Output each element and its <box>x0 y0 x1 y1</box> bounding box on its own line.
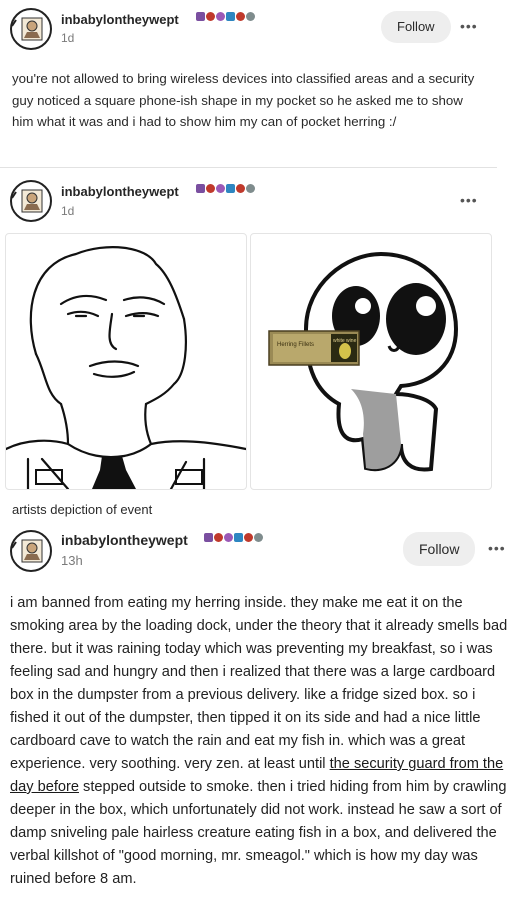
more-options-icon[interactable]: ••• <box>488 540 506 556</box>
badge-icon <box>196 183 205 193</box>
username[interactable]: inbabylontheywept <box>61 532 188 548</box>
badge-icon <box>246 183 255 193</box>
post-3-header: inbabylontheywept 13h Follow ••• <box>0 522 520 572</box>
post-time: 13h <box>61 553 83 568</box>
divider <box>0 167 497 168</box>
avatar[interactable] <box>10 180 52 222</box>
badge-icon <box>226 183 235 193</box>
badge-icon <box>224 532 233 542</box>
post-2: inbabylontheywept 1d ••• Herring Fillets… <box>0 170 520 522</box>
creature-drawing: Herring Fillets white wine <box>268 251 459 472</box>
image-panel-creature[interactable]: Herring Fillets white wine <box>250 233 492 490</box>
post-1-header: inbabylontheywept 1d Follow ••• <box>0 0 520 50</box>
badge-icon <box>216 11 225 21</box>
badge-icon <box>226 11 235 21</box>
badge-icon <box>236 183 245 193</box>
badge-icon <box>244 532 253 542</box>
post-1: inbabylontheywept 1d Follow ••• you're n… <box>0 0 520 168</box>
post-time: 1d <box>61 31 75 45</box>
badge-icon <box>234 532 243 542</box>
badge-icon <box>214 532 223 542</box>
post-body: i am banned from eating my herring insid… <box>10 592 516 891</box>
avatar[interactable] <box>10 8 52 50</box>
badge-icon <box>254 532 263 542</box>
follow-button[interactable]: Follow <box>403 532 476 566</box>
post-time: 1d <box>61 204 75 218</box>
avatar-image <box>10 180 52 222</box>
can-label-left: Herring Fillets <box>277 342 314 348</box>
avatar-image <box>10 530 52 572</box>
post-body: you're not allowed to bring wireless dev… <box>12 71 475 129</box>
badge-icon <box>206 183 215 193</box>
image-caption: artists depiction of event <box>12 502 153 517</box>
badge-icon <box>216 183 225 193</box>
avatar-image <box>10 8 52 50</box>
badge-icon <box>196 11 205 21</box>
post-2-header: inbabylontheywept 1d ••• <box>0 170 520 222</box>
man-drawing <box>4 246 248 491</box>
post-3: inbabylontheywept 13h Follow ••• i am ba… <box>0 522 520 900</box>
image-panel-man[interactable] <box>4 233 248 491</box>
user-badges <box>204 532 264 543</box>
username[interactable]: inbabylontheywept <box>61 184 179 199</box>
follow-button[interactable]: Follow <box>381 11 451 43</box>
more-options-icon[interactable]: ••• <box>460 18 478 34</box>
post-text-part-1: i am banned from eating my herring insid… <box>10 595 508 772</box>
user-badges <box>196 11 256 22</box>
avatar[interactable] <box>10 530 52 572</box>
user-badges <box>196 183 256 194</box>
badge-icon <box>206 11 215 21</box>
badge-icon <box>204 532 213 542</box>
post-text-part-2: stepped outside to smoke. then i tried h… <box>10 779 507 887</box>
badge-icon <box>236 11 245 21</box>
badge-icon <box>246 11 255 21</box>
username[interactable]: inbabylontheywept <box>61 12 179 27</box>
more-options-icon[interactable]: ••• <box>460 192 478 208</box>
